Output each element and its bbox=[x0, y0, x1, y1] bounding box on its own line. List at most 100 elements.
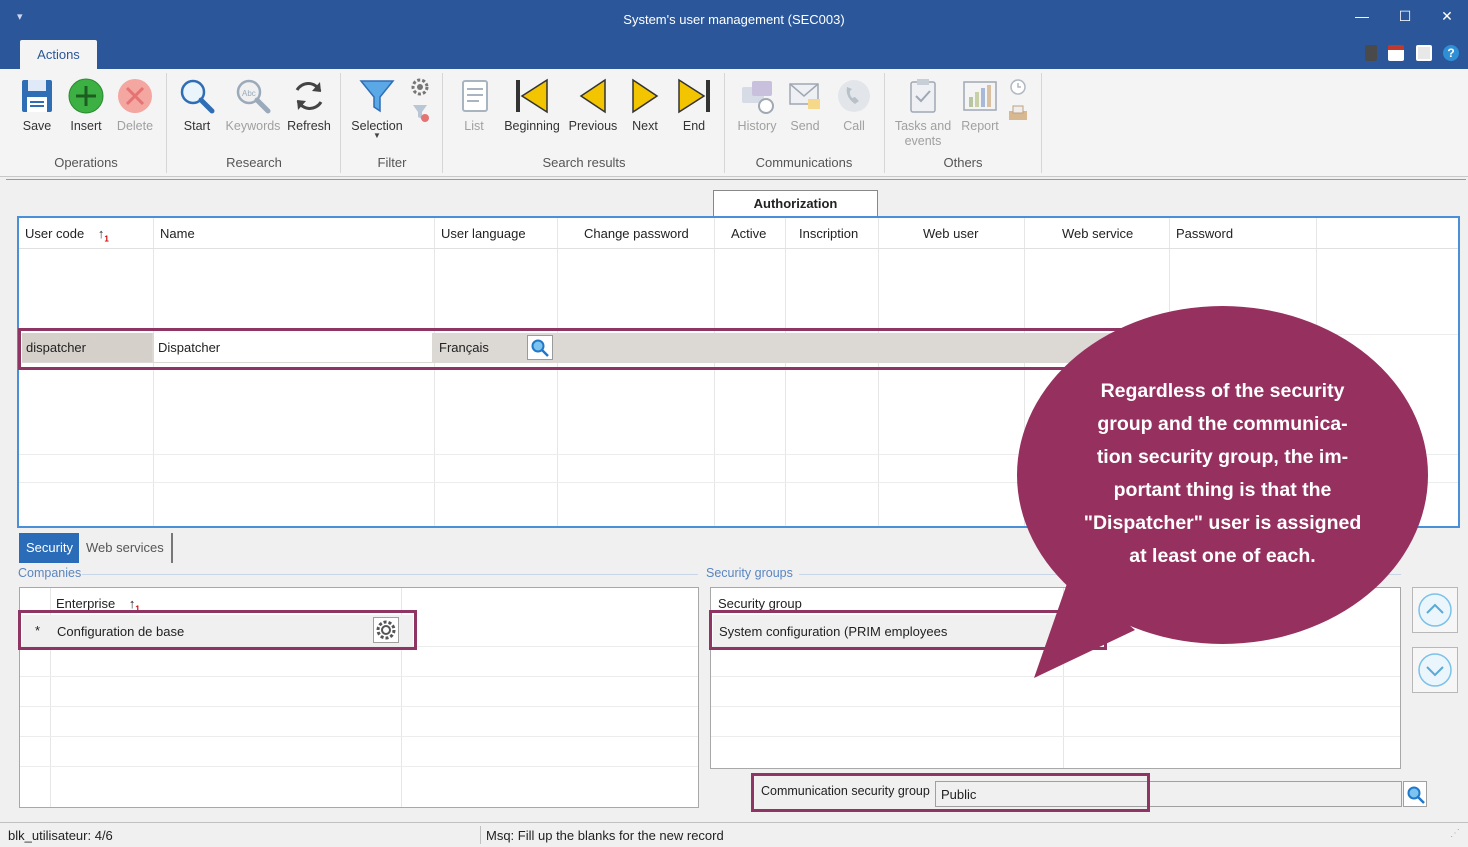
header-password[interactable]: Password bbox=[1176, 226, 1233, 241]
status-bar: blk_utilisateur: 4/6 Msq: Fill up the bl… bbox=[0, 822, 1468, 847]
report-chart-icon bbox=[963, 81, 997, 111]
keywords-button[interactable]: Abc Keywords bbox=[223, 77, 283, 133]
delete-label: Delete bbox=[116, 119, 154, 133]
chevron-down-icon bbox=[1418, 653, 1452, 687]
minimize-icon[interactable]: — bbox=[1350, 8, 1374, 24]
highlight-user-row bbox=[18, 328, 1143, 370]
tasks-events-button[interactable]: Tasks and events bbox=[890, 77, 956, 149]
history-label: History bbox=[737, 119, 777, 133]
move-down-button[interactable] bbox=[1412, 647, 1458, 693]
ribbon-separator bbox=[442, 73, 443, 173]
report-button[interactable]: Report bbox=[958, 77, 1002, 133]
filter-settings-icon[interactable] bbox=[410, 77, 430, 97]
group-research-label: Research bbox=[226, 155, 282, 170]
title-bar: ▾ System's user management (SEC003) — ☐ … bbox=[0, 0, 1468, 40]
next-button[interactable]: Next bbox=[625, 77, 665, 133]
window-title: System's user management (SEC003) bbox=[623, 12, 845, 27]
selection-dropdown-icon[interactable]: ▼ bbox=[346, 132, 408, 140]
previous-icon bbox=[579, 78, 606, 114]
calculator-icon[interactable] bbox=[1365, 45, 1377, 61]
save-button[interactable]: Save bbox=[16, 77, 58, 133]
clipboard-icon bbox=[910, 79, 936, 113]
status-record-position: blk_utilisateur: 4/6 bbox=[8, 828, 113, 843]
column-divider bbox=[714, 218, 715, 526]
ribbon-separator bbox=[340, 73, 341, 173]
insert-button[interactable]: Insert bbox=[65, 77, 107, 133]
refresh-label: Refresh bbox=[287, 119, 331, 133]
close-icon[interactable]: ✕ bbox=[1435, 8, 1459, 25]
column-divider bbox=[785, 218, 786, 526]
header-security-group[interactable]: Security group bbox=[718, 596, 802, 611]
refresh-button[interactable]: Refresh bbox=[285, 77, 333, 133]
header-active[interactable]: Active bbox=[731, 226, 766, 241]
help-icon[interactable]: ? bbox=[1443, 45, 1459, 61]
history-button[interactable]: History bbox=[734, 77, 780, 133]
maximize-icon[interactable]: ☐ bbox=[1393, 8, 1417, 25]
section-divider bbox=[82, 574, 698, 575]
call-button[interactable]: Call bbox=[834, 77, 874, 133]
header-web-service[interactable]: Web service bbox=[1062, 226, 1133, 241]
send-label: Send bbox=[790, 119, 820, 133]
resize-grip-icon[interactable]: ⋰ bbox=[1450, 828, 1460, 839]
next-label: Next bbox=[632, 119, 658, 133]
print-icon[interactable] bbox=[1416, 45, 1432, 61]
start-button[interactable]: Start bbox=[176, 77, 218, 133]
calendar-icon[interactable] bbox=[1388, 45, 1404, 61]
header-user-code[interactable]: User code ↑1 bbox=[25, 226, 109, 244]
ribbon-separator bbox=[884, 73, 885, 173]
delete-button[interactable]: Delete bbox=[112, 77, 158, 133]
column-divider bbox=[878, 218, 879, 526]
comm-group-lookup-button[interactable] bbox=[1403, 781, 1427, 807]
move-up-button[interactable] bbox=[1412, 587, 1458, 633]
header-inscription[interactable]: Inscription bbox=[799, 226, 858, 241]
column-divider bbox=[557, 218, 558, 526]
header-web-user[interactable]: Web user bbox=[923, 226, 978, 241]
list-icon bbox=[462, 80, 488, 112]
chevron-up-icon bbox=[1418, 593, 1452, 627]
tab-actions[interactable]: Actions bbox=[20, 40, 97, 69]
search-icon bbox=[1407, 786, 1425, 804]
phone-icon bbox=[838, 80, 870, 112]
group-operations-label: Operations bbox=[54, 155, 118, 170]
tasks-label-line1: Tasks and bbox=[894, 119, 952, 133]
clear-filter-icon[interactable] bbox=[412, 103, 430, 123]
highlight-comm-group bbox=[751, 773, 1150, 812]
keywords-label: Keywords bbox=[225, 119, 281, 133]
save-label: Save bbox=[22, 119, 52, 133]
clock-icon[interactable] bbox=[1009, 78, 1027, 96]
row-divider bbox=[20, 736, 698, 737]
call-label: Call bbox=[843, 119, 865, 133]
keywords-search-icon: Abc bbox=[236, 79, 271, 114]
previous-label: Previous bbox=[568, 119, 618, 133]
tab-web-services[interactable]: Web services bbox=[79, 533, 173, 563]
next-icon bbox=[632, 78, 659, 114]
authorization-column-group: Authorization bbox=[713, 190, 878, 216]
row-divider bbox=[20, 766, 698, 767]
sort-ascending-icon: ↑1 bbox=[97, 226, 109, 244]
header-user-language[interactable]: User language bbox=[441, 226, 526, 241]
highlight-enterprise-row bbox=[18, 610, 417, 650]
delete-icon bbox=[118, 79, 152, 113]
security-groups-section-label: Security groups bbox=[706, 566, 793, 580]
list-button[interactable]: List bbox=[454, 77, 494, 133]
header-change-password[interactable]: Change password bbox=[584, 226, 689, 241]
search-icon bbox=[180, 79, 215, 114]
group-communications-label: Communications bbox=[755, 155, 853, 170]
send-button[interactable]: Send bbox=[785, 77, 825, 133]
ribbon-separator bbox=[166, 73, 167, 173]
selection-button[interactable]: Selection ▼ bbox=[346, 77, 408, 140]
ribbon-separator bbox=[724, 73, 725, 173]
previous-button[interactable]: Previous bbox=[567, 77, 619, 133]
tab-security[interactable]: Security bbox=[19, 533, 80, 563]
header-name[interactable]: Name bbox=[160, 226, 195, 241]
sort-ascending-icon: ↑1 bbox=[128, 596, 140, 614]
beginning-button[interactable]: Beginning bbox=[500, 77, 564, 133]
end-label: End bbox=[682, 119, 706, 133]
header-divider bbox=[19, 248, 1458, 249]
refresh-icon bbox=[295, 82, 323, 110]
report-label: Report bbox=[961, 119, 999, 133]
inbox-icon[interactable] bbox=[1008, 105, 1028, 121]
status-message: Msq: Fill up the blanks for the new reco… bbox=[486, 828, 724, 843]
end-button[interactable]: End bbox=[674, 77, 714, 133]
insert-label: Insert bbox=[70, 119, 102, 133]
